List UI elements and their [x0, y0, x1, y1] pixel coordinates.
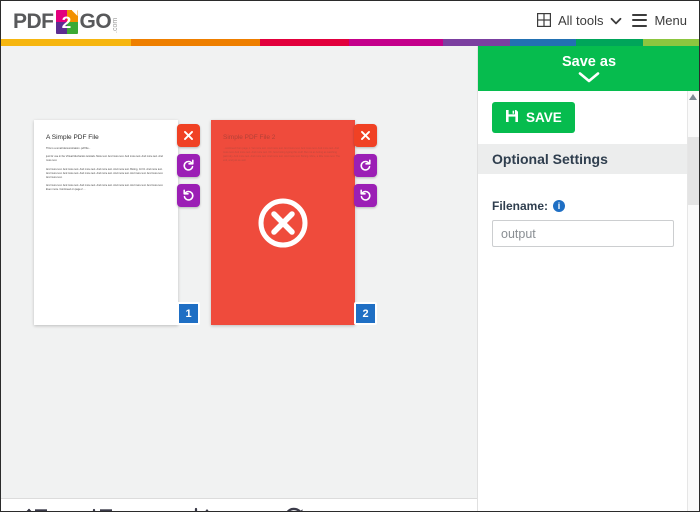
- rotate-counterclockwise-button[interactable]: [177, 184, 200, 207]
- hamburger-icon: [632, 13, 648, 27]
- page-content: A Simple PDF File This is a small demonst…: [34, 120, 178, 211]
- chevron-down-icon: [578, 71, 600, 83]
- optional-settings-header: Optional Settings: [478, 144, 688, 174]
- page-thumbnail[interactable]: Simple PDF File 2 ...continued from page …: [211, 120, 355, 325]
- rotate-cw-icon: [360, 159, 371, 171]
- menu-button[interactable]: Menu: [632, 13, 687, 28]
- rotate-clockwise-button[interactable]: [177, 154, 200, 177]
- color-bar-segment-2: [260, 39, 350, 46]
- sort-tool-sort-desc[interactable]: Sort Desc: [68, 506, 137, 511]
- menu-label: Menu: [654, 12, 687, 28]
- rotate-cw-icon: [183, 159, 194, 171]
- page-doc-title: Simple PDF File 2: [223, 134, 276, 141]
- page-doc-paragraph: And more text. And more text. And more t…: [46, 167, 164, 179]
- save-as-label: Save as: [561, 54, 617, 70]
- pages-list: A Simple PDF File This is a small demonst…: [1, 46, 477, 453]
- app-header: PDF 2 GO .com All tools Menu: [1, 1, 699, 39]
- chevron-down-icon: [610, 15, 622, 26]
- sort-tool-reset[interactable]: Reset: [270, 506, 318, 511]
- all-tools-button[interactable]: All tools: [536, 12, 622, 28]
- optional-settings-title: Optional Settings: [492, 151, 608, 167]
- page-doc-paragraph: ...continued from page 1. Yet more text.…: [223, 147, 341, 162]
- page-number-badge[interactable]: 1: [177, 302, 200, 325]
- sort-descending-icon: [89, 506, 115, 511]
- filename-label-row: Filename: i: [492, 199, 674, 213]
- filename-input[interactable]: [492, 220, 674, 247]
- rotate-ccw-icon: [360, 189, 371, 201]
- rotate-clockwise-button[interactable]: [354, 154, 377, 177]
- pages-workspace: A Simple PDF File This is a small demonst…: [1, 46, 477, 511]
- pdf2go-logo[interactable]: PDF 2 GO .com: [13, 6, 119, 34]
- page-doc-subtitle: This is a small demonstration .pdf file …: [46, 147, 91, 150]
- grid-icon: [536, 13, 551, 28]
- color-bar-segment-4: [442, 39, 510, 46]
- page-content: Simple PDF File 2 ...continued from page …: [211, 120, 355, 182]
- info-icon[interactable]: i: [553, 200, 566, 212]
- sort-tool-sort-asc[interactable]: Sort Asc: [7, 506, 68, 511]
- logo-mark-icon: 2: [55, 10, 78, 34]
- color-bar-segment-7: [643, 39, 699, 46]
- color-bar-segment-0: [1, 39, 131, 46]
- optional-settings-body: Filename: i: [478, 174, 688, 247]
- rotate-counterclockwise-button[interactable]: [354, 184, 377, 207]
- page-doc-paragraph: just for use in the Virtual Mechanics tu…: [46, 155, 163, 162]
- logo-text-go: GO: [79, 10, 112, 33]
- all-tools-label: All tools: [557, 12, 604, 28]
- sort-tool-sort-for-duplex-printing[interactable]: Sort for duplex printing: [136, 506, 270, 511]
- logo-text-dotcom: .com: [112, 17, 120, 33]
- deleted-x-circle-icon: [257, 197, 309, 249]
- page-card[interactable]: A Simple PDF File This is a small demonst…: [34, 120, 200, 325]
- sort-duplex-icon: [190, 506, 216, 511]
- save-button-label: SAVE: [526, 110, 562, 125]
- page-actions: [177, 124, 200, 207]
- page-doc-paragraph: And more text. And more text. And more t…: [46, 184, 164, 192]
- delete-page-button[interactable]: [354, 124, 377, 147]
- sort-toolbar: Sort AscSort DescSort for duplex printin…: [1, 498, 477, 511]
- scroll-up-arrow-icon[interactable]: [689, 94, 697, 100]
- save-button[interactable]: SAVE: [492, 102, 575, 133]
- page-actions: [354, 124, 377, 207]
- close-icon: [184, 131, 193, 140]
- floppy-disk-icon: [505, 109, 519, 126]
- reset-icon: [281, 506, 307, 511]
- color-bar-segment-1: [130, 39, 261, 46]
- panel-scrollbar[interactable]: [687, 91, 699, 511]
- color-bar-segment-3: [349, 39, 443, 46]
- save-panel: Save as SAVE Optional Settings Filename:…: [477, 46, 699, 511]
- pdf2go-app: PDF 2 GO .com All tools Menu A Simple PD…: [0, 0, 700, 512]
- page-deleted-overlay: Simple PDF File 2 ...continued from page …: [211, 120, 355, 325]
- color-bar-segment-5: [509, 39, 577, 46]
- save-button-row: SAVE: [478, 91, 688, 144]
- header-nav: All tools Menu: [536, 12, 687, 28]
- page-card[interactable]: Simple PDF File 2 ...continued from page …: [211, 120, 377, 325]
- page-thumbnail[interactable]: A Simple PDF File This is a small demonst…: [34, 120, 178, 325]
- logo-mark-digit: 2: [61, 12, 72, 32]
- sort-ascending-icon: [24, 506, 50, 511]
- save-as-header[interactable]: Save as: [478, 46, 699, 91]
- logo-text-pdf: PDF: [13, 10, 54, 33]
- rotate-ccw-icon: [183, 189, 194, 201]
- close-icon: [361, 131, 370, 140]
- scrollbar-thumb[interactable]: [688, 137, 699, 205]
- page-number-badge[interactable]: 2: [354, 302, 377, 325]
- page-doc-title: A Simple PDF File: [46, 134, 99, 141]
- delete-page-button[interactable]: [177, 124, 200, 147]
- color-bar-segment-6: [576, 39, 644, 46]
- brand-color-bar: [1, 39, 699, 46]
- filename-label: Filename:: [492, 199, 549, 213]
